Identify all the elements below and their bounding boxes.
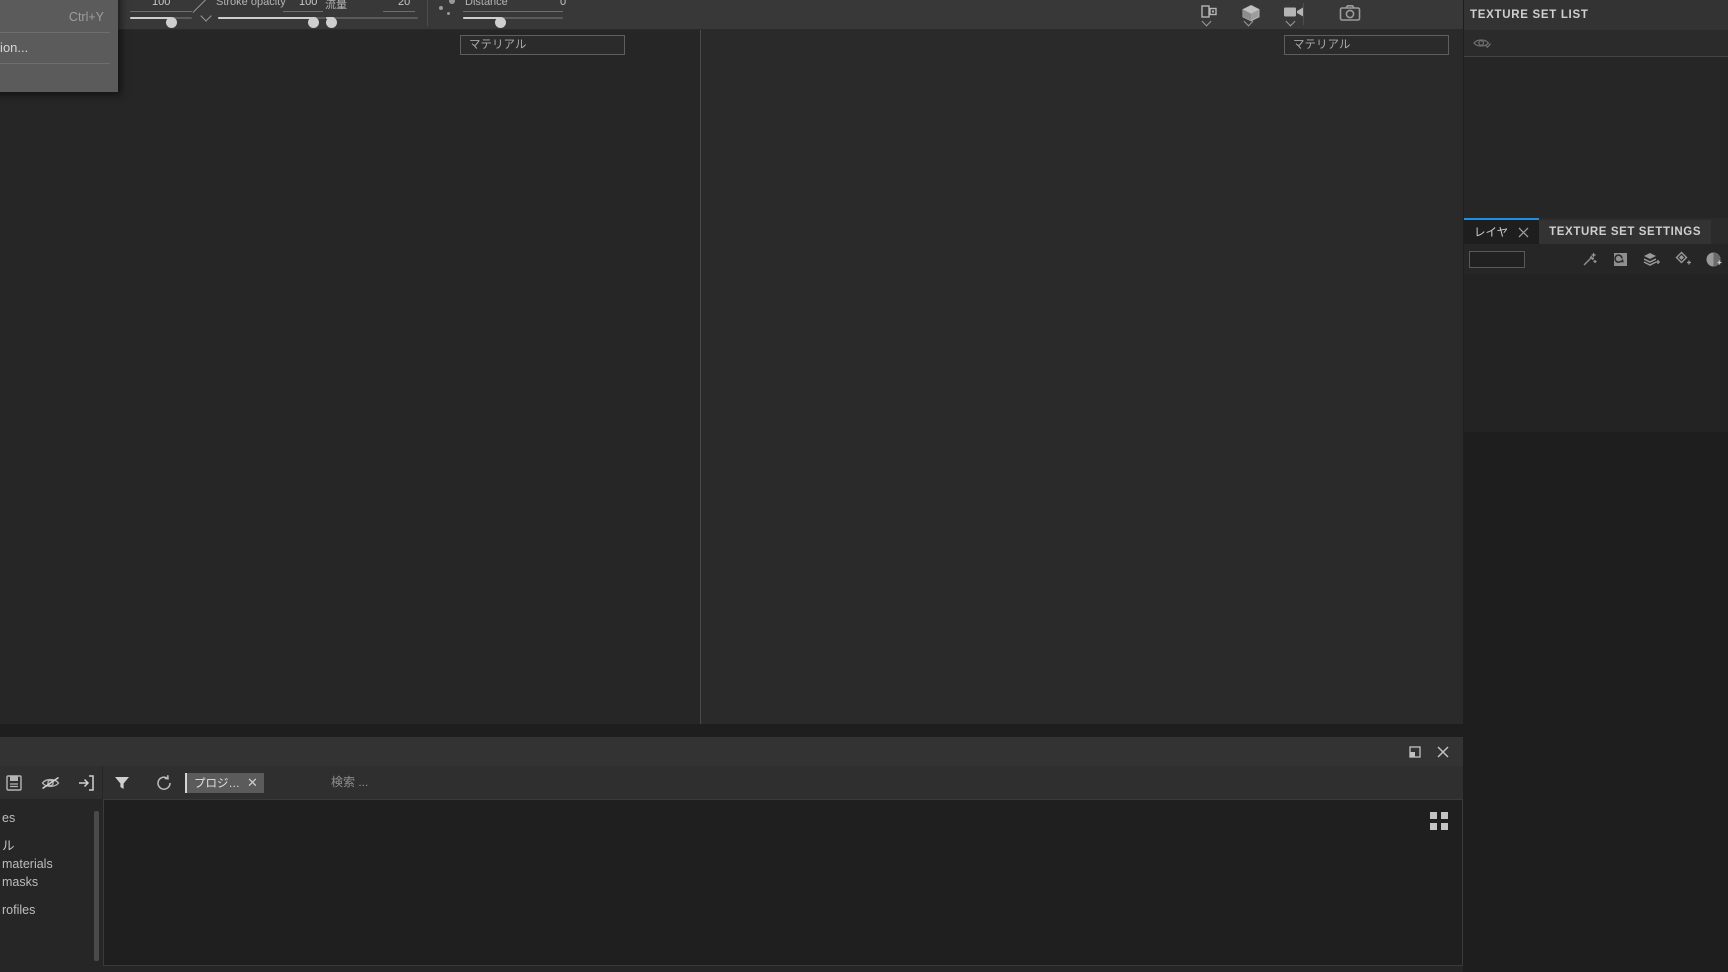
project-filter-chip-label: プロジ… — [194, 777, 240, 790]
viewport-3d[interactable]: マテリアル — [0, 30, 700, 724]
flow-value[interactable]: 20 — [398, 0, 410, 8]
right-dock: TEXTURE SET LIST レイヤ TEXTURE SET SETTING… — [1464, 0, 1728, 972]
brush-size-slider-fill — [130, 17, 172, 19]
shelf-category-tree[interactable]: es ル materials masks rofiles — [0, 799, 102, 972]
hide-eye-icon[interactable] — [40, 773, 60, 793]
texture-set-list-body[interactable] — [1464, 57, 1728, 218]
layer-name-field[interactable] — [1469, 250, 1525, 268]
chevron-down-icon[interactable] — [1244, 18, 1256, 27]
menu-item-label: Project Configuration... — [0, 40, 29, 55]
shelf-sidebar: es ル materials masks rofiles — [0, 766, 102, 972]
texture-set-list-title: TEXTURE SET LIST — [1470, 9, 1589, 21]
menu-item-project-configuration[interactable]: Project Configuration... — [0, 37, 118, 59]
close-button[interactable] — [1433, 742, 1453, 762]
tab-layers-label: レイヤ — [1474, 227, 1509, 239]
shading-cube-icon[interactable] — [1240, 4, 1264, 26]
toolbar-separator — [427, 0, 428, 26]
toolbar-separator-2 — [1303, 3, 1304, 25]
brush-size-slider-knob[interactable] — [166, 17, 177, 28]
layer-toolbar — [1464, 244, 1728, 274]
distance-value[interactable]: 0 — [560, 0, 566, 8]
screenshot-camera-icon[interactable] — [1338, 4, 1362, 26]
menu-separator — [0, 32, 110, 33]
close-icon[interactable]: ✕ — [247, 776, 258, 789]
properties-body[interactable] — [1464, 432, 1728, 972]
distance-underline — [463, 11, 563, 12]
chevron-down-icon[interactable] — [1286, 18, 1298, 27]
shelf-filter-bar: プロジ… ✕ 検索 ... — [103, 766, 1463, 799]
shelf-title-bar — [0, 737, 1463, 766]
filter-funnel-icon[interactable] — [111, 772, 133, 794]
toolbar-view-icons — [1198, 0, 1362, 30]
tree-item-1[interactable]: ル — [0, 837, 102, 855]
grid-view-toggle[interactable] — [1430, 812, 1448, 830]
shelf-panel: es ル materials masks rofiles プロジ… ✕ 検索 .… — [0, 737, 1463, 972]
shelf-search-input[interactable]: 検索 ... — [331, 766, 1453, 799]
save-shelf-icon[interactable] — [4, 773, 24, 793]
stroke-opacity-slider-knob[interactable] — [308, 17, 319, 28]
viewport-2d[interactable]: マテリアル — [701, 30, 1463, 724]
add-paint-layer-icon[interactable] — [1705, 251, 1722, 268]
add-fill-layer-icon[interactable] — [1674, 251, 1691, 268]
tab-layers[interactable]: レイヤ — [1464, 218, 1540, 244]
add-effect-icon[interactable] — [1581, 251, 1598, 268]
distance-label: Distance — [465, 0, 508, 8]
top-toolbar: 100 Stroke opacity 100 流量 20 Distance 0 — [0, 0, 1463, 92]
menu-item-shortcut: Ctrl+Y — [68, 10, 104, 24]
display-channels-icon[interactable] — [1198, 4, 1222, 26]
material-combo-2d[interactable]: マテリアル — [1284, 35, 1449, 55]
tree-item-2[interactable]: materials — [0, 855, 102, 873]
app-window: 100 Stroke opacity 100 流量 20 Distance 0 — [0, 0, 1728, 972]
tree-item-3[interactable]: masks — [0, 873, 102, 891]
layer-action-icons — [1581, 251, 1728, 268]
chevron-down-icon[interactable] — [200, 10, 213, 23]
shelf-content: プロジ… ✕ 検索 ... — [103, 766, 1463, 972]
chevron-down-icon[interactable] — [1202, 18, 1214, 27]
add-folder-icon[interactable] — [1643, 251, 1660, 268]
add-mask-icon[interactable] — [1612, 251, 1629, 268]
texture-set-list-toolbar — [1464, 30, 1728, 57]
shelf-tree-scrollbar[interactable] — [94, 811, 99, 961]
brush-size-value[interactable]: 100 — [152, 0, 170, 8]
shelf-asset-grid[interactable] — [103, 799, 1463, 966]
stroke-opacity-slider-fill — [218, 17, 316, 19]
shelf-sidebar-toolbar — [0, 766, 102, 799]
shelf-body: es ル materials masks rofiles プロジ… ✕ 検索 .… — [0, 766, 1463, 972]
flow-label: 流量 — [325, 0, 347, 11]
dock-tab-bar: レイヤ TEXTURE SET SETTINGS — [1464, 218, 1728, 244]
import-resource-icon[interactable] — [76, 773, 96, 793]
menu-item-redo[interactable]: Redo Ctrl+Y — [0, 6, 118, 28]
brush-size-underline — [130, 11, 192, 12]
stroke-opacity-value[interactable]: 100 — [299, 0, 317, 8]
menu-separator — [0, 63, 110, 64]
tab-texture-set-settings-label: TEXTURE SET SETTINGS — [1549, 226, 1702, 238]
flow-slider-knob[interactable] — [326, 17, 337, 28]
menu-item-settings[interactable]: Settings... — [0, 68, 118, 90]
edit-menu[interactable]: Undo Ctrl+Z Redo Ctrl+Y Project Configur… — [0, 0, 118, 92]
restore-button[interactable] — [1405, 742, 1425, 762]
flow-underline — [383, 11, 415, 12]
tree-item-4[interactable]: rofiles — [0, 901, 102, 919]
tree-item-0[interactable]: es — [0, 809, 102, 827]
refresh-icon[interactable] — [153, 772, 175, 794]
texture-set-list-header: TEXTURE SET LIST — [1464, 0, 1728, 30]
distance-slider-knob[interactable] — [495, 17, 506, 28]
project-filter-chip[interactable]: プロジ… ✕ — [185, 772, 264, 793]
layer-list[interactable] — [1464, 274, 1728, 432]
stroke-opacity-label: Stroke opacity — [216, 0, 286, 8]
eye-off-icon[interactable] — [1472, 34, 1492, 52]
close-icon[interactable] — [1518, 227, 1529, 238]
stroke-opacity-underline — [283, 11, 323, 12]
material-combo-3d[interactable]: マテリアル — [460, 35, 625, 55]
tab-texture-set-settings[interactable]: TEXTURE SET SETTINGS — [1539, 220, 1712, 244]
flow-slider[interactable] — [337, 17, 415, 19]
